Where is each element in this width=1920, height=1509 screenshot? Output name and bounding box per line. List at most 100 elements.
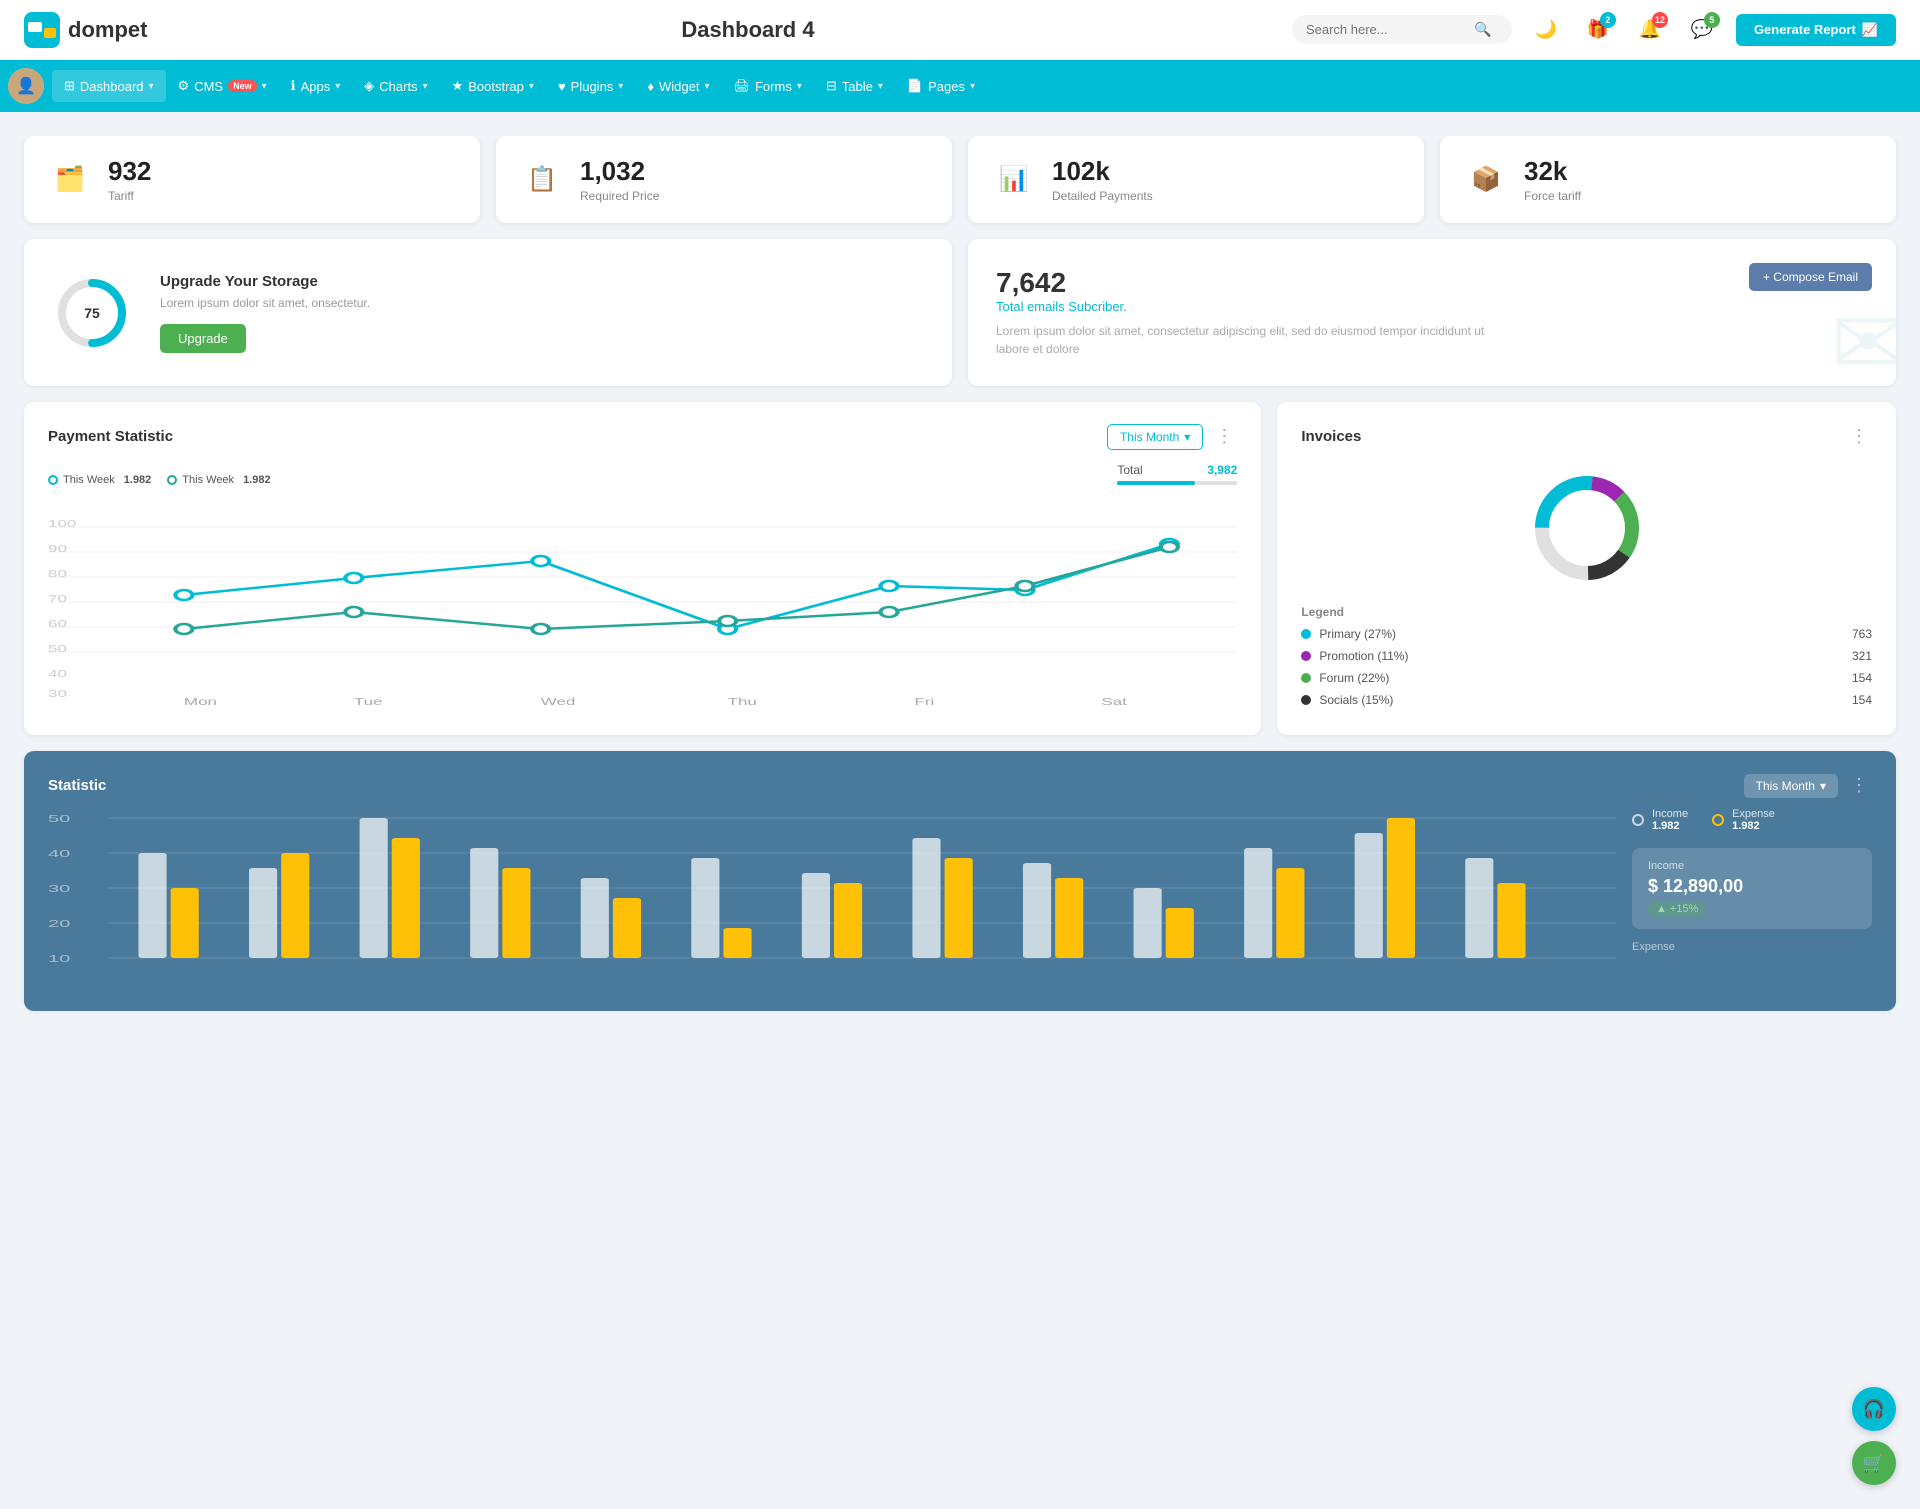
invoices-menu-btn[interactable]: ⋮ [1846, 422, 1872, 451]
required-price-value: 1,032 [580, 156, 659, 187]
svg-text:40: 40 [48, 849, 71, 860]
income-legend-item: Income 1.982 [1632, 808, 1688, 832]
invoices-legend: Primary (27%) 763 Promotion (11%) 321 Fo… [1301, 627, 1872, 707]
charts-row: Payment Statistic This Month ▾ ⋮ This We… [24, 402, 1896, 735]
nav-item-cms[interactable]: ⚙ CMS New ▾ [166, 70, 279, 102]
income-info: Income 1.982 [1652, 808, 1688, 832]
stat-info-tariff: 932 Tariff [108, 156, 151, 203]
income-badge-arrow: ▲ [1656, 903, 1667, 915]
chevron-icon-bootstrap: ▾ [529, 81, 534, 92]
nav-label-table: Table [842, 79, 873, 94]
nav-item-forms[interactable]: 🖨 Forms ▾ [721, 70, 813, 102]
nav-item-plugins[interactable]: ♥ Plugins ▾ [546, 71, 635, 102]
invoices-card-header: Invoices ⋮ [1301, 422, 1872, 451]
payment-legend: This Week 1.982 This Week 1.982 Total 3,… [48, 463, 1237, 497]
nav-item-widget[interactable]: ♦ Widget ▾ [635, 71, 721, 102]
expense-legend-item: Expense 1.982 [1712, 808, 1775, 832]
cms-badge: New [228, 80, 257, 92]
required-price-icon: 📋 [520, 158, 564, 202]
svg-text:50: 50 [48, 814, 71, 825]
nav-item-bootstrap[interactable]: ★ Bootstrap ▾ [440, 70, 546, 102]
email-count: 7,642 [996, 267, 1868, 299]
gift-btn[interactable]: 🎁 2 [1580, 12, 1616, 48]
compose-email-button[interactable]: + Compose Email [1749, 263, 1872, 291]
legend-value-promotion: 321 [1852, 649, 1872, 663]
invoices-card: Invoices ⋮ Legend [1277, 402, 1896, 735]
total-value: 3,982 [1207, 463, 1237, 477]
storage-donut-chart: 75 [52, 273, 132, 353]
search-box[interactable]: 🔍 [1292, 15, 1512, 44]
generate-report-button[interactable]: Generate Report 📈 [1736, 14, 1896, 46]
statistic-menu-btn[interactable]: ⋮ [1846, 771, 1872, 800]
nav-item-apps[interactable]: ℹ Apps ▾ [279, 70, 353, 102]
fab-cart-button[interactable]: 🛒 [1852, 1441, 1896, 1485]
email-description: Lorem ipsum dolor sit amet, consectetur … [996, 322, 1496, 358]
storage-info: Upgrade Your Storage Lorem ipsum dolor s… [160, 273, 370, 353]
chat-badge: 5 [1704, 12, 1720, 28]
statistic-month-label: This Month [1756, 779, 1815, 793]
nav-label-dashboard: Dashboard [80, 79, 144, 94]
nav-item-table[interactable]: ⊟ Table ▾ [814, 70, 895, 102]
tariff-value: 932 [108, 156, 151, 187]
income-box-value: $ 12,890,00 [1648, 876, 1856, 897]
stat-card-tariff: 🗂️ 932 Tariff [24, 136, 480, 223]
bell-btn[interactable]: 🔔 12 [1632, 12, 1668, 48]
statistic-month-button[interactable]: This Month ▾ [1744, 774, 1838, 798]
legend-label-0: This Week [63, 474, 115, 486]
stat-info-force-tariff: 32k Force tariff [1524, 156, 1581, 203]
payment-menu-btn[interactable]: ⋮ [1211, 422, 1237, 451]
email-bg-icon: ✉ [1831, 291, 1896, 386]
email-subtitle: Total emails Subcriber. [996, 299, 1868, 314]
stat-info-required-price: 1,032 Required Price [580, 156, 659, 203]
nav-label-charts: Charts [379, 79, 417, 94]
chart-icon: 📈 [1862, 22, 1878, 38]
fab-area: 🎧 🛒 [1852, 1387, 1896, 1485]
income-expense-sidebar: Income 1.982 Expense 1.982 Income $ [1632, 808, 1872, 991]
income-circle [1632, 814, 1644, 826]
nav-bar: 👤 ⊞ Dashboard ▾ ⚙ CMS New ▾ ℹ Apps ▾ ◈ C… [0, 60, 1920, 112]
nav-label-bootstrap: Bootstrap [468, 79, 524, 94]
invoices-donut [1301, 463, 1872, 593]
search-input[interactable] [1306, 22, 1466, 37]
cms-nav-icon: ⚙ [178, 78, 190, 94]
progress-fill [1117, 481, 1195, 485]
legend-left-socials: Socials (15%) [1301, 693, 1393, 707]
legend-section-title: Legend [1301, 605, 1872, 619]
dark-mode-btn[interactable]: 🌙 [1528, 12, 1564, 48]
expense-value: 1.982 [1732, 820, 1775, 832]
bar-chart-svg: 50 40 30 20 10 [48, 808, 1616, 988]
legend-value-primary: 763 [1852, 627, 1872, 641]
stat-info-detailed-payments: 102k Detailed Payments [1052, 156, 1153, 203]
logo-text: dompet [68, 17, 147, 43]
storage-description: Lorem ipsum dolor sit amet, onsectetur. [160, 296, 370, 310]
chat-btn[interactable]: 💬 5 [1684, 12, 1720, 48]
legend-label-primary: Primary (27%) [1319, 627, 1396, 641]
income-box-title: Income [1648, 860, 1856, 872]
fab-headset-button[interactable]: 🎧 [1852, 1387, 1896, 1431]
statistic-bar-chart: 50 40 30 20 10 [48, 808, 1616, 991]
chevron-icon-charts: ▾ [423, 81, 428, 92]
expense-info: Expense 1.982 [1732, 808, 1775, 832]
nav-item-dashboard[interactable]: ⊞ Dashboard ▾ [52, 70, 166, 102]
legend-value-0: 1.982 [124, 474, 152, 486]
svg-text:10: 10 [48, 954, 71, 965]
this-month-label: This Month [1120, 430, 1179, 444]
legend-color-promotion [1301, 651, 1311, 661]
widget-nav-icon: ♦ [647, 79, 654, 94]
svg-text:Wed: Wed [541, 696, 576, 707]
statistic-title: Statistic [48, 777, 106, 794]
legend-value-socials: 154 [1852, 693, 1872, 707]
nav-item-pages[interactable]: 📄 Pages ▾ [895, 70, 987, 102]
nav-item-charts[interactable]: ◈ Charts ▾ [352, 70, 439, 102]
legend-value-forum: 154 [1852, 671, 1872, 685]
upgrade-button[interactable]: Upgrade [160, 324, 246, 353]
tariff-icon: 🗂️ [48, 158, 92, 202]
this-month-button[interactable]: This Month ▾ [1107, 424, 1203, 450]
payment-title: Payment Statistic [48, 428, 173, 445]
invoices-donut-svg [1522, 463, 1652, 593]
line-chart-area: 100 90 80 70 60 50 40 30 Mon Tue Wed Thu… [48, 507, 1237, 707]
legend-label-socials: Socials (15%) [1319, 693, 1393, 707]
legend-label-promotion: Promotion (11%) [1319, 649, 1408, 663]
charts-nav-icon: ◈ [364, 78, 374, 94]
nav-label-plugins: Plugins [571, 79, 614, 94]
